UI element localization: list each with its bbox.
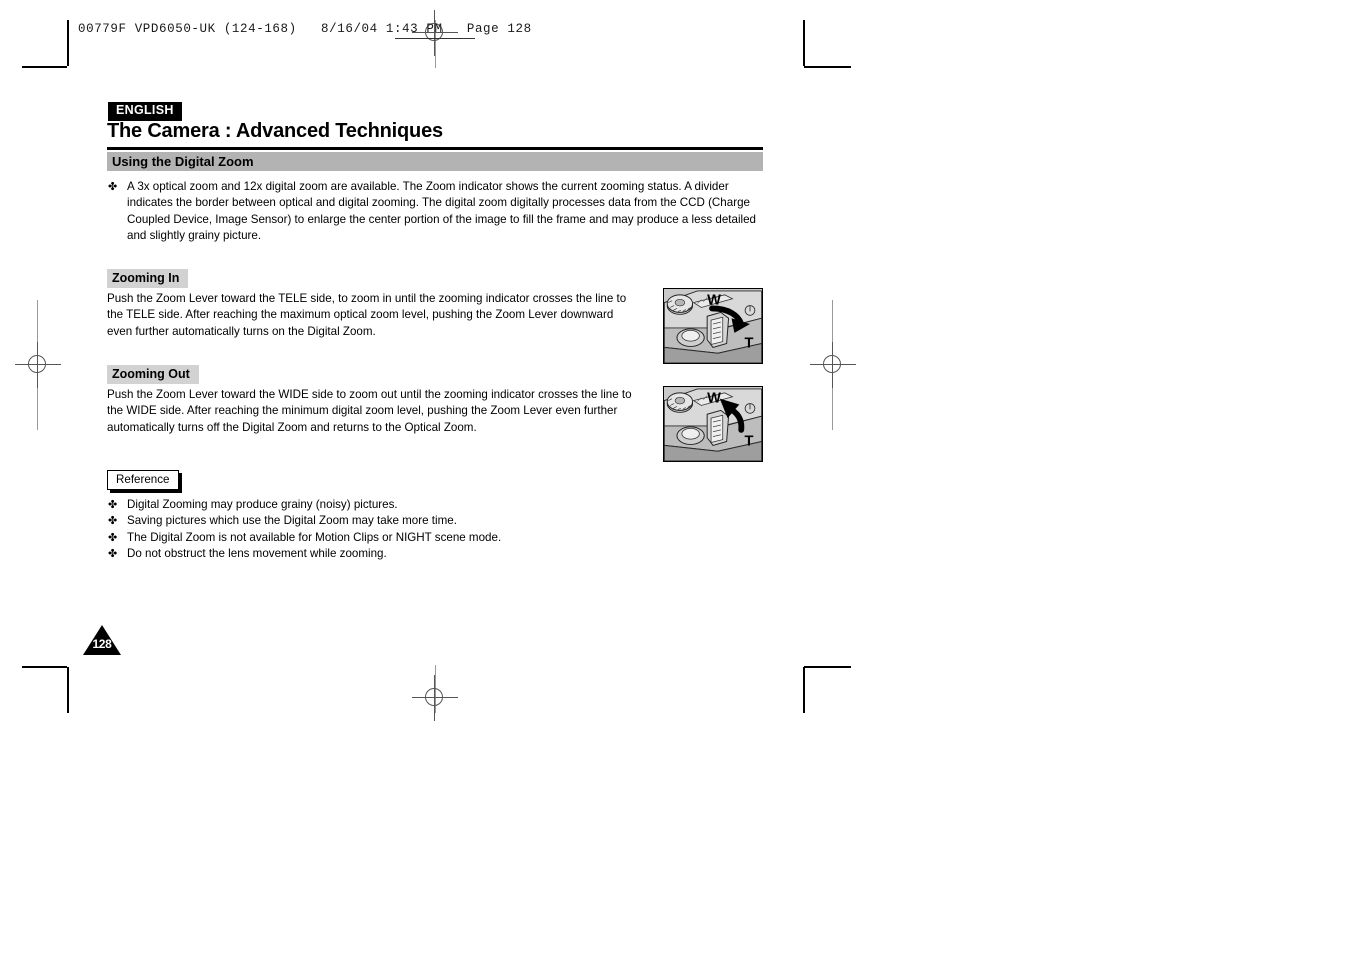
bullet-glyph-icon: ✤ xyxy=(108,515,118,528)
bullet-glyph-icon: ✤ xyxy=(108,548,118,561)
list-item: ✤ Saving pictures which use the Digital … xyxy=(107,513,707,529)
intro-bullet-list: ✤ A 3x optical zoom and 12x digital zoom… xyxy=(107,179,767,246)
reference-bullet-list: ✤ Digital Zooming may produce grainy (no… xyxy=(107,497,707,563)
list-item: ✤ Do not obstruct the lens movement whil… xyxy=(107,546,707,562)
intro-bullet-text: A 3x optical zoom and 12x digital zoom a… xyxy=(127,180,756,243)
list-item: ✤ A 3x optical zoom and 12x digital zoom… xyxy=(107,179,767,245)
page-number-badge: 128 xyxy=(83,625,121,655)
reference-bullet-text: Digital Zooming may produce grainy (nois… xyxy=(127,498,398,511)
bullet-glyph-icon: ✤ xyxy=(108,531,118,544)
svg-text:T: T xyxy=(745,433,754,449)
list-item: ✤ Digital Zooming may produce grainy (no… xyxy=(107,497,707,513)
list-item: ✤ The Digital Zoom is not available for … xyxy=(107,530,707,546)
title-divider-rule xyxy=(107,147,763,150)
page-title: The Camera : Advanced Techniques xyxy=(107,120,443,142)
subsection-heading-zooming-out: Zooming Out xyxy=(107,365,199,385)
bullet-glyph-icon: ✤ xyxy=(108,499,118,511)
reference-badge: Reference xyxy=(107,470,179,490)
zooming-in-figure: W T xyxy=(663,288,763,364)
subsection-heading-zooming-in: Zooming In xyxy=(107,269,189,289)
reference-bullet-text: Saving pictures which use the Digital Zo… xyxy=(127,514,457,528)
reference-bullet-text: Do not obstruct the lens movement while … xyxy=(127,547,387,561)
svg-text:T: T xyxy=(745,335,754,351)
zooming-out-figure: W T xyxy=(663,386,763,462)
page-number-text: 128 xyxy=(92,637,112,651)
zooming-out-body-text: Push the Zoom Lever toward the WIDE side… xyxy=(107,388,632,434)
section-heading-label: Using the Digital Zoom xyxy=(112,154,254,169)
section-heading-bar: Using the Digital Zoom xyxy=(107,152,763,171)
language-badge: ENGLISH xyxy=(108,102,182,121)
manual-page: ENGLISH The Camera : Advanced Techniques… xyxy=(0,0,1351,954)
reference-bullet-text: The Digital Zoom is not available for Mo… xyxy=(127,530,502,544)
bullet-glyph-icon: ✤ xyxy=(108,181,118,193)
zooming-in-body-text: Push the Zoom Lever toward the TELE side… xyxy=(107,292,627,338)
svg-text:W: W xyxy=(707,391,721,407)
